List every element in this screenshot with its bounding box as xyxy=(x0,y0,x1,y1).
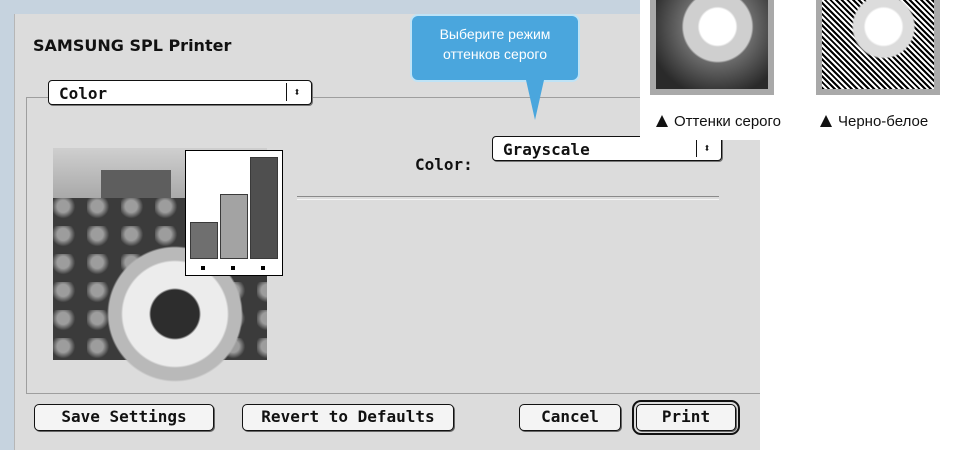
panel-select-popup[interactable]: Color ⬍ xyxy=(48,80,312,105)
callout-line-1: Выберите режим xyxy=(439,26,551,42)
grayscale-caption-text: Оттенки серого xyxy=(674,113,781,130)
dialog-title: SAMSUNG SPL Printer xyxy=(33,36,232,55)
chart-bar xyxy=(250,157,278,259)
bw-caption-text: Черно-белое xyxy=(838,113,929,130)
color-level-chart xyxy=(185,150,283,276)
bw-caption: Черно-белое xyxy=(820,113,928,130)
triangle-icon xyxy=(820,115,832,127)
callout-line-2: оттенков серого xyxy=(442,46,547,62)
grayscale-sample-image xyxy=(650,0,774,95)
color-mode-label: Color: xyxy=(415,155,473,174)
background-strip-left xyxy=(0,0,14,450)
popup-arrows-icon: ⬍ xyxy=(696,139,717,157)
popup-arrows-icon: ⬍ xyxy=(286,83,307,101)
chart-tick xyxy=(231,266,235,270)
save-settings-button[interactable]: Save Settings xyxy=(34,404,214,431)
color-mode-value: Grayscale xyxy=(503,140,590,159)
color-preview xyxy=(53,134,283,384)
chart-bar xyxy=(190,222,218,259)
background-strip-top xyxy=(0,0,640,14)
chart-tick xyxy=(261,266,265,270)
chart-tick xyxy=(201,266,205,270)
triangle-icon xyxy=(656,115,668,127)
panel-select-value: Color xyxy=(59,84,108,103)
callout-pointer xyxy=(526,80,544,120)
revert-defaults-button[interactable]: Revert to Defaults xyxy=(242,404,454,431)
group-box-bottom-line xyxy=(26,393,760,394)
grayscale-callout: Выберите режим оттенков серого xyxy=(410,14,580,82)
grayscale-caption: Оттенки серого xyxy=(656,113,781,130)
cancel-button[interactable]: Cancel xyxy=(519,404,621,431)
print-button[interactable]: Print xyxy=(632,400,740,435)
separator-line xyxy=(297,196,719,200)
chart-bar xyxy=(220,194,248,259)
black-white-sample-image xyxy=(816,0,940,95)
sample-images-panel: Оттенки серого Черно-белое xyxy=(640,0,959,140)
